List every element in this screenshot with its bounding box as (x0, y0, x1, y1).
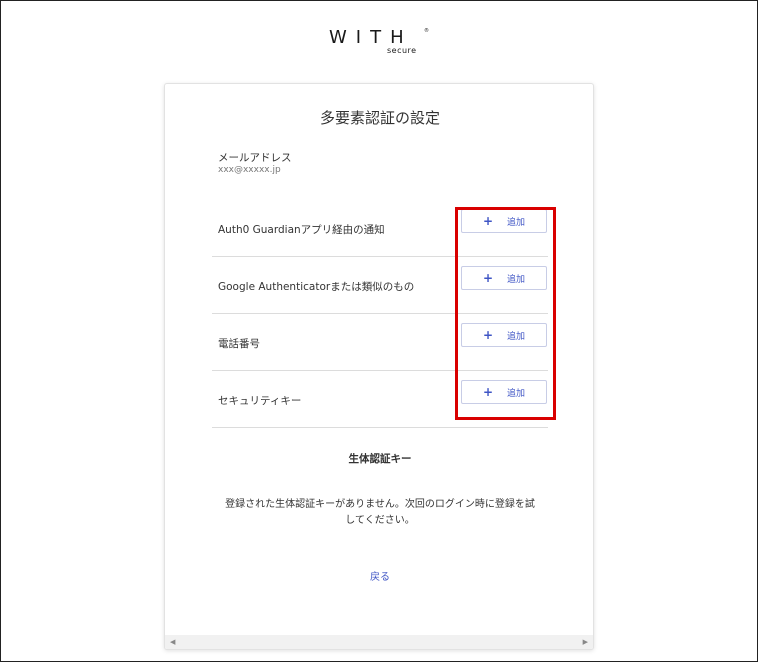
factor-label: Google Authenticatorまたは類似のもの (218, 281, 415, 293)
scroll-right-arrow-icon[interactable]: ▶ (583, 638, 588, 646)
add-button-label: 追加 (507, 217, 526, 228)
factor-label: セキュリティキー (218, 395, 302, 407)
plus-icon: + (482, 214, 494, 228)
scroll-left-arrow-icon[interactable]: ◀ (170, 638, 175, 646)
add-button-label: 追加 (507, 274, 526, 285)
add-authenticator-button[interactable]: + 追加 (461, 266, 547, 290)
biometric-section-title: 生体認証キー (348, 453, 412, 465)
back-link[interactable]: 戻る (165, 568, 593, 583)
email-label: メールアドレス (218, 152, 292, 164)
add-button-label: 追加 (507, 331, 526, 342)
plus-icon: + (482, 271, 494, 285)
logo-registered-mark: ® (424, 28, 429, 34)
logo-wordmark: WITH (329, 27, 413, 48)
factor-label: Auth0 Guardianアプリ経由の通知 (218, 224, 385, 236)
factor-row-authenticator: Google Authenticatorまたは類似のもの + 追加 (212, 257, 548, 314)
add-button-label: 追加 (507, 388, 526, 399)
mfa-settings-card: 多要素認証の設定 メールアドレス xxx@xxxxx.jp Auth0 Guar… (164, 83, 594, 650)
factor-row-security-key: セキュリティキー + 追加 (212, 371, 548, 428)
logo-subtext: secure (387, 46, 417, 55)
plus-icon: + (482, 328, 494, 342)
biometric-empty-message: 登録された生体認証キーがありません。次回のログイン時に登録を試してください。 (225, 499, 535, 526)
add-guardian-button[interactable]: + 追加 (461, 209, 547, 233)
factor-row-phone: 電話番号 + 追加 (212, 314, 548, 371)
add-security-key-button[interactable]: + 追加 (461, 380, 547, 404)
horizontal-scrollbar[interactable]: ◀ ▶ (165, 635, 593, 649)
factor-label: 電話番号 (218, 338, 260, 350)
page-title: 多要素認証の設定 (319, 109, 440, 127)
plus-icon: + (482, 385, 494, 399)
add-phone-button[interactable]: + 追加 (461, 323, 547, 347)
factor-row-guardian: Auth0 Guardianアプリ経由の通知 + 追加 (212, 200, 548, 257)
withsecure-logo: WITH ® secure (329, 28, 429, 58)
email-value: xxx@xxxxx.jp (218, 165, 281, 175)
